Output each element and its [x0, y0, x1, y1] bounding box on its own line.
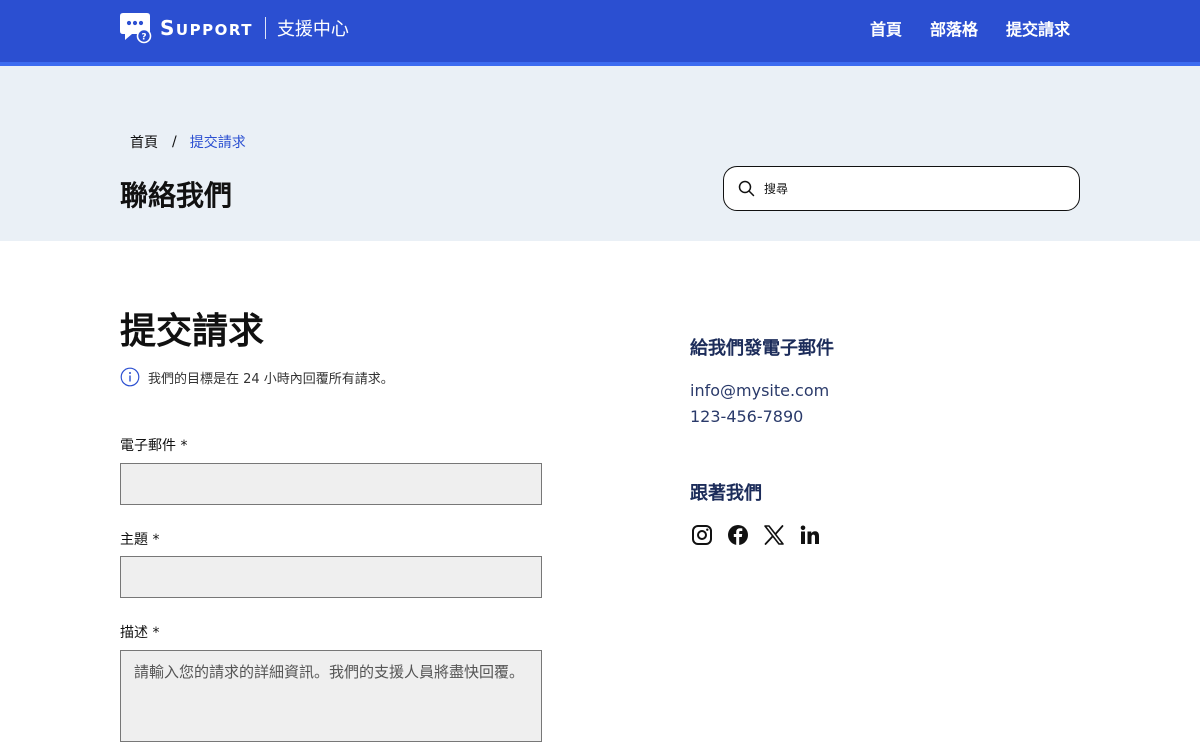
contact-email-link[interactable]: info@mysite.com: [690, 381, 829, 400]
instagram-icon[interactable]: [690, 523, 714, 547]
email-label: 電子郵件 *: [120, 438, 188, 454]
page-title: 聯絡我們: [120, 179, 233, 212]
chat-bubble-logo-icon: ?: [120, 12, 152, 44]
nav-blog[interactable]: 部落格: [930, 16, 978, 40]
description-field[interactable]: [120, 650, 542, 742]
svg-text:?: ?: [141, 33, 146, 43]
social-links: [690, 523, 822, 547]
email-us-heading: 給我們發電子郵件: [690, 338, 834, 359]
search-icon: [738, 180, 755, 197]
breadcrumb: 首頁 / 提交請求: [130, 132, 246, 152]
info-icon: [120, 367, 140, 387]
breadcrumb-home[interactable]: 首頁: [130, 132, 158, 152]
facebook-icon[interactable]: [726, 523, 750, 547]
brand-subtitle: 支援中心: [276, 19, 349, 40]
contact-phone: 123-456-7890: [690, 407, 804, 426]
nav-home[interactable]: 首頁: [870, 16, 902, 40]
follow-us-heading: 跟著我們: [690, 483, 762, 504]
subject-label: 主題 *: [120, 532, 160, 548]
main-nav: 首頁 部落格 提交請求: [870, 16, 1070, 40]
logo[interactable]: ? SUPPORT 支援中心: [120, 12, 349, 44]
breadcrumb-separator: /: [172, 134, 177, 150]
x-icon[interactable]: [762, 523, 786, 547]
form-title: 提交請求: [120, 311, 265, 352]
search-bar[interactable]: [723, 166, 1080, 211]
logo-divider: [264, 17, 266, 39]
email-field[interactable]: [120, 463, 542, 505]
search-input[interactable]: [764, 181, 1054, 196]
description-label: 描述 *: [120, 625, 160, 641]
response-notice: 我們的目標是在 24 小時內回覆所有請求。: [120, 367, 394, 387]
brand-name: SUPPORT: [160, 16, 253, 40]
hero-band: 首頁 / 提交請求 聯絡我們: [0, 66, 1200, 241]
subject-field[interactable]: [120, 556, 542, 598]
breadcrumb-current[interactable]: 提交請求: [190, 132, 246, 152]
notice-text: 我們的目標是在 24 小時內回覆所有請求。: [148, 371, 394, 387]
nav-submit-request[interactable]: 提交請求: [1006, 16, 1070, 40]
linkedin-icon[interactable]: [798, 523, 822, 547]
